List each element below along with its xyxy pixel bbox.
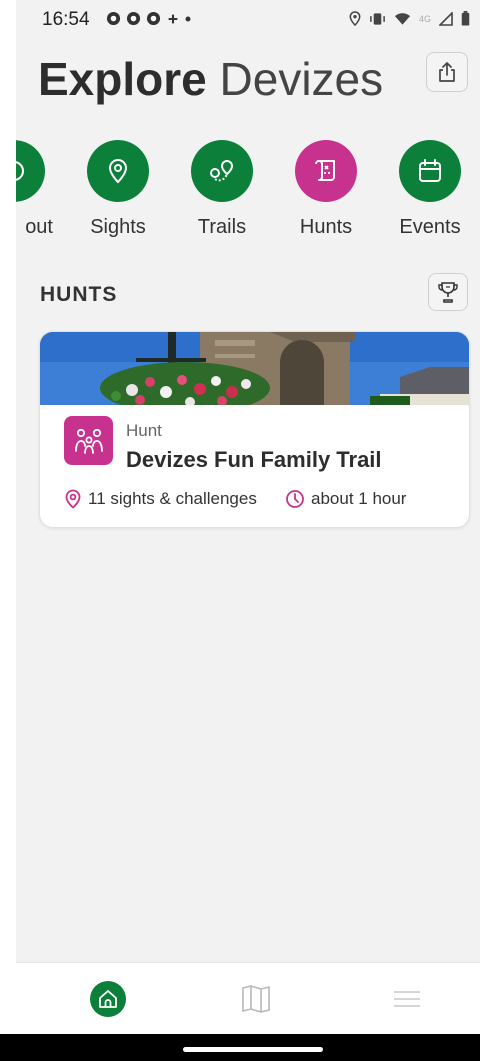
- status-time: 16:54: [42, 9, 90, 30]
- hunt-card-image: [40, 332, 469, 405]
- category-hunts-circle: [295, 140, 357, 202]
- hunt-sights-count: 11 sights & challenges: [64, 489, 257, 509]
- category-hunts[interactable]: Hunts: [281, 140, 371, 239]
- map-icon: [242, 985, 270, 1013]
- status-notification-icons: [106, 11, 191, 26]
- hunt-sights-text: 11 sights & challenges: [88, 489, 257, 508]
- category-about-label: out: [25, 216, 53, 238]
- category-events-circle: [399, 140, 461, 202]
- home-indicator[interactable]: [183, 1047, 323, 1052]
- category-sights-label: Sights: [90, 216, 146, 238]
- nav-home[interactable]: [84, 979, 132, 1019]
- notification-icon: [126, 11, 141, 26]
- category-carousel[interactable]: out Sights Trails Hunts Events: [16, 140, 480, 250]
- share-button[interactable]: [426, 52, 468, 92]
- category-about[interactable]: out: [16, 140, 59, 239]
- app-screen: 16:54 4G Explore Devizes out Sights Trai…: [16, 0, 480, 1061]
- category-hunts-label: Hunts: [299, 216, 353, 238]
- hunt-type-label: Hunt: [126, 421, 162, 440]
- page-title: Explore Devizes: [38, 52, 383, 106]
- hunt-duration-text: about 1 hour: [311, 489, 407, 508]
- notification-icon: [146, 11, 161, 26]
- category-events-label: Events: [399, 216, 461, 238]
- trophy-button[interactable]: [428, 273, 468, 311]
- page-title-light: Devizes: [219, 53, 384, 105]
- treasure-map-icon: [315, 160, 335, 181]
- category-sights[interactable]: Sights: [73, 140, 163, 239]
- bottom-navigation: [16, 962, 480, 1034]
- hunt-title: Devizes Fun Family Trail: [126, 447, 382, 472]
- location-pin-icon: [65, 489, 81, 509]
- category-events[interactable]: Events: [385, 140, 475, 239]
- battery-icon: [461, 11, 470, 26]
- location-icon: [349, 11, 361, 26]
- clock-icon: [286, 490, 304, 508]
- signal-4g-icon: [439, 11, 453, 26]
- trophy-icon: [438, 282, 458, 303]
- status-system-icons: 4G: [349, 11, 470, 26]
- notification-icon: [106, 11, 121, 26]
- hunt-card[interactable]: Hunt Devizes Fun Family Trail 11 sights …: [39, 331, 470, 528]
- share-icon: [439, 62, 455, 82]
- trail-route-icon: [210, 159, 234, 182]
- dot-icon: [185, 16, 191, 21]
- category-sights-circle: [87, 140, 149, 202]
- calendar-icon: [419, 159, 441, 182]
- category-trails-label: Trails: [197, 216, 247, 238]
- status-bar: 16:54 4G: [16, 0, 480, 40]
- vibrate-icon: [370, 12, 385, 25]
- info-icon: [16, 161, 24, 181]
- network-type: 4G: [418, 13, 431, 24]
- family-icon: [74, 428, 103, 454]
- page-title-bold: Explore: [38, 53, 207, 105]
- hunt-type-badge: [64, 416, 113, 465]
- nav-home-active-indicator: [90, 981, 126, 1017]
- nav-menu[interactable]: [383, 979, 431, 1019]
- menu-icon: [394, 991, 420, 1007]
- category-about-circle: [16, 140, 45, 202]
- category-trails-circle: [191, 140, 253, 202]
- plus-dot-icon: [168, 14, 178, 23]
- nav-map[interactable]: [232, 979, 280, 1019]
- category-trails[interactable]: Trails: [177, 140, 267, 239]
- section-title: HUNTS: [40, 283, 118, 306]
- location-pin-icon: [108, 158, 128, 184]
- home-icon: [99, 990, 117, 1008]
- wifi-icon: [394, 12, 411, 25]
- hunt-duration: about 1 hour: [285, 489, 406, 509]
